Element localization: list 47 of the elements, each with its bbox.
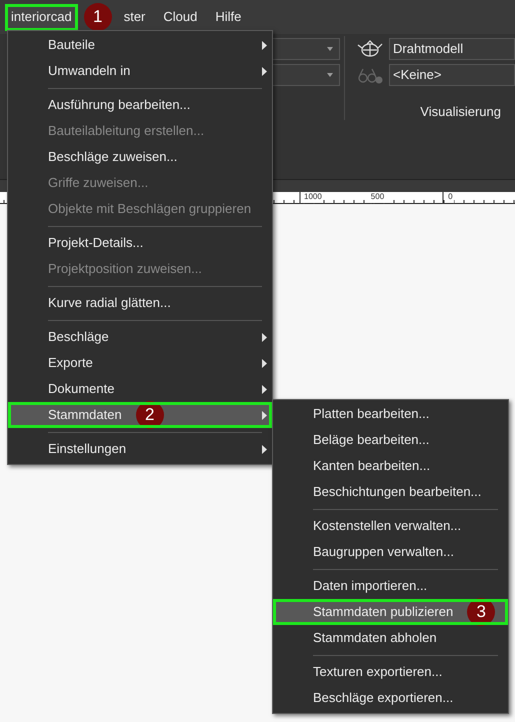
step-number-badge: 2 — [136, 401, 164, 429]
glasses-icon — [357, 66, 383, 84]
ruler-label: 500 — [370, 192, 386, 203]
menu-item[interactable]: Exporte — [8, 350, 272, 376]
display-mode-field[interactable]: Drahtmodell — [389, 38, 515, 60]
menu-bar-item[interactable]: ster — [118, 4, 152, 30]
menu-item[interactable]: Kanten bearbeiten... — [273, 453, 508, 479]
submenu-arrow-icon — [262, 359, 267, 368]
menu-item[interactable]: Kurve radial glätten... — [8, 290, 272, 316]
teapot-icon — [357, 40, 383, 58]
menu-item[interactable]: Umwandeln in — [8, 58, 272, 84]
menu-item[interactable]: Stammdaten publizieren 3 — [273, 599, 508, 625]
submenu-arrow-icon — [262, 41, 267, 50]
dropdown-field[interactable] — [270, 38, 340, 60]
menu-item[interactable]: Beschläge zuweisen... — [8, 144, 272, 170]
dropdown-caret-icon — [327, 47, 333, 51]
menu-item[interactable]: Beschläge exportieren... — [273, 685, 508, 711]
menu-bar-item[interactable]: Hilfe — [209, 4, 248, 30]
menu-item[interactable]: Stammdaten abholen — [273, 625, 508, 651]
menu-item[interactable]: Ausführung bearbeiten... — [8, 92, 272, 118]
menu-item[interactable]: Projekt-Details... — [8, 230, 272, 256]
menu-item[interactable]: Daten importieren... — [273, 573, 508, 599]
menu-item[interactable]: Einstellungen — [8, 436, 272, 462]
dropdown-caret-icon — [327, 73, 333, 77]
menu-item[interactable]: Beschichtungen bearbeiten... — [273, 479, 508, 505]
step-number-badge: 3 — [467, 598, 496, 626]
menu-item[interactable]: Beläge bearbeiten... — [273, 427, 508, 453]
step-number-badge: 1 — [84, 3, 112, 31]
menu-bar-item[interactable]: interiorcad — [5, 4, 78, 30]
submenu-arrow-icon — [262, 67, 267, 76]
menu-item[interactable]: Platten bearbeiten... — [273, 401, 508, 427]
submenu-arrow-icon — [262, 333, 267, 342]
glasses-field[interactable]: <Keine> — [389, 64, 515, 86]
menu-item[interactable]: Bauteile — [8, 32, 272, 58]
menu-item[interactable]: Beschläge — [8, 324, 272, 350]
submenu-arrow-icon — [262, 411, 267, 420]
menu-bar-item[interactable]: Cloud — [157, 4, 204, 30]
menu-item[interactable]: Texturen exportieren... — [273, 659, 508, 685]
menu-item[interactable]: Kostenstellen verwalten... — [273, 513, 508, 539]
group-label: Visualisierung — [420, 103, 501, 121]
menu-item[interactable]: Baugruppen verwalten... — [273, 539, 508, 565]
submenu-arrow-icon — [262, 445, 267, 454]
menu-item[interactable]: Stammdaten 2 — [8, 402, 272, 428]
dropdown-field[interactable] — [270, 64, 340, 86]
ruler-label: 1000 — [303, 192, 323, 203]
submenu-arrow-icon — [262, 385, 267, 394]
menu-item[interactable]: Dokumente — [8, 376, 272, 402]
